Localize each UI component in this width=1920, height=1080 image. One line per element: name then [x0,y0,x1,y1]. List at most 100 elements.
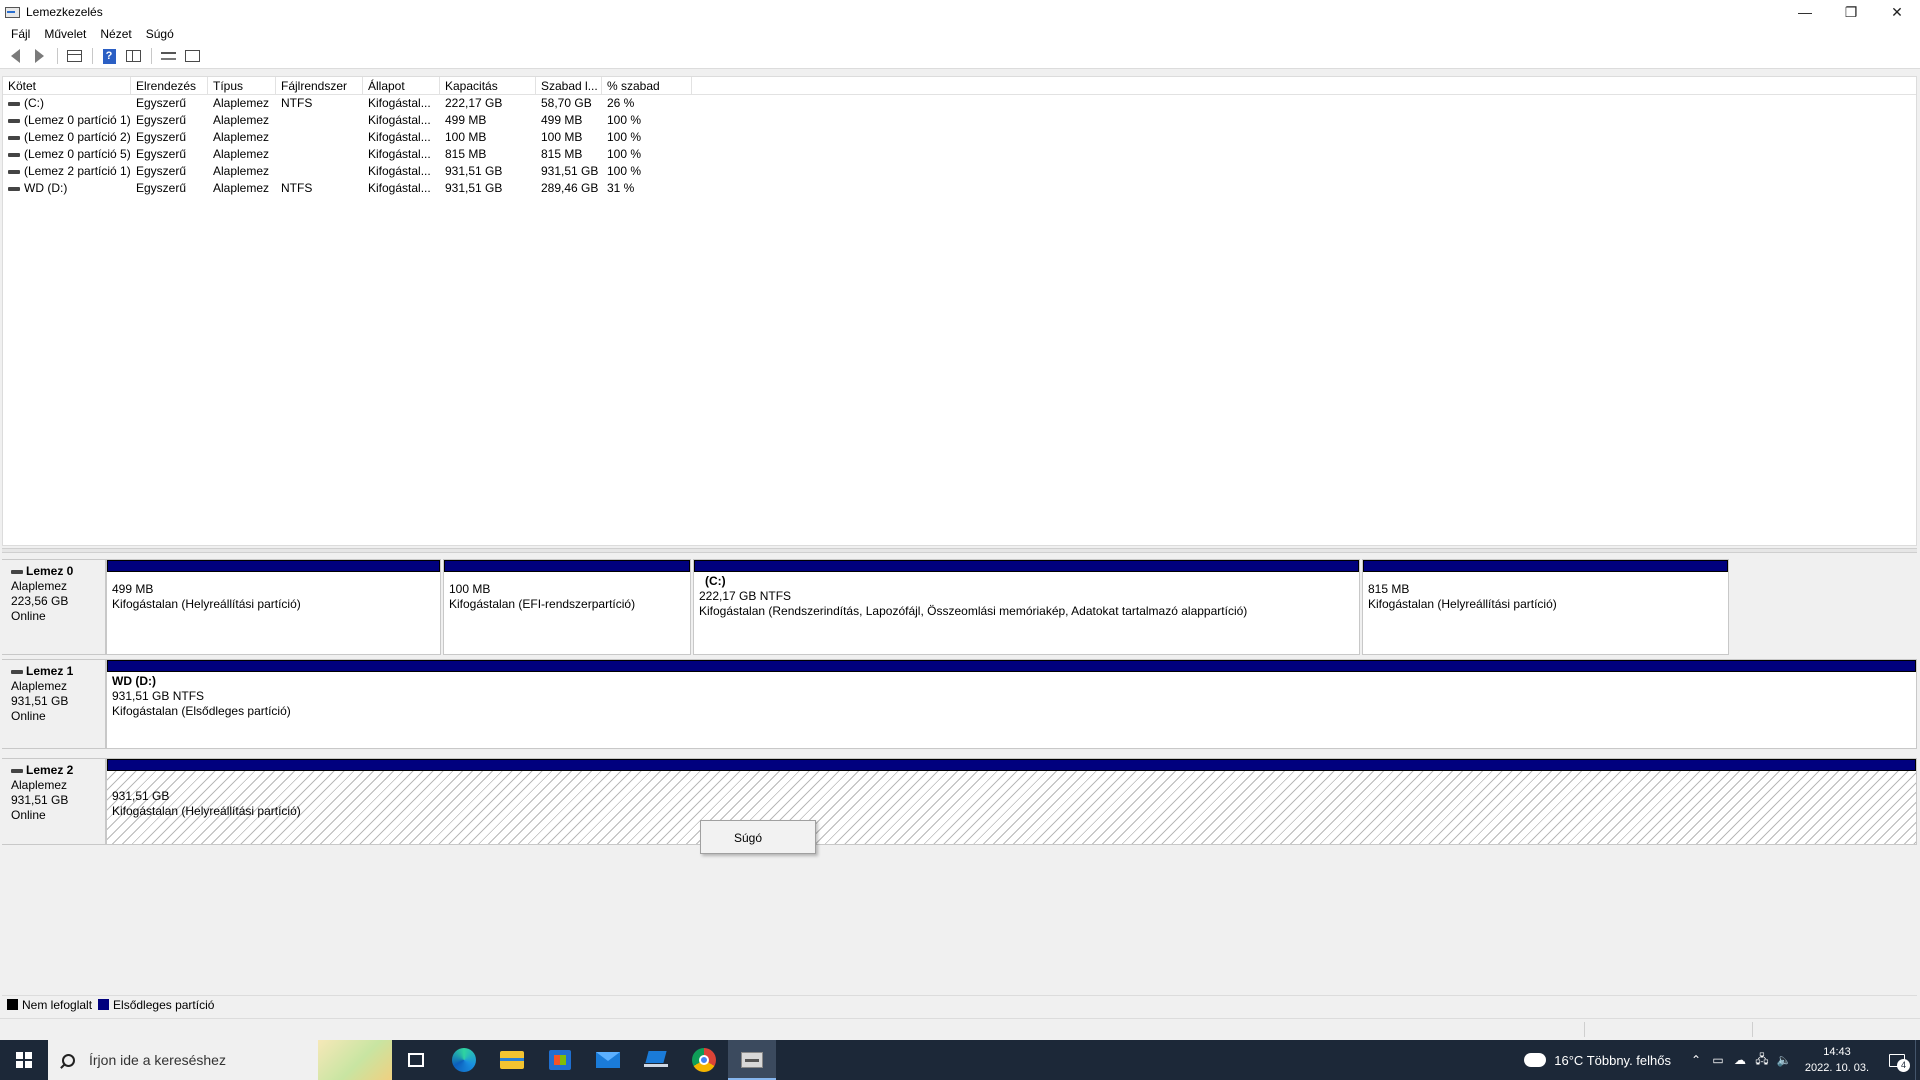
column-header-percent-free[interactable]: % szabad [602,77,692,94]
restore-button[interactable]: ❐ [1828,0,1874,24]
partition-status: Kifogástalan (Helyreállítási partíció) [1368,597,1557,611]
show-desktop-button[interactable] [1915,1040,1920,1080]
context-menu-help[interactable]: Súgó [734,831,762,845]
properties-button[interactable] [181,46,203,66]
table-row[interactable]: (C:) Egyszerű Alaplemez NTFS Kifogástal... 22… [3,95,1916,112]
search-highlight-image [318,1040,392,1080]
taskbar-search[interactable]: Írjon ide a kereséshez [48,1040,392,1080]
laptop-app-button[interactable] [632,1040,680,1080]
cell-type: Alaplemez [213,147,270,161]
search-placeholder: Írjon ide a kereséshez [89,1052,226,1068]
cell-volume: (Lemez 0 partíció 2) [3,129,131,146]
start-button[interactable] [0,1040,48,1080]
weather-text[interactable]: 16°C Többny. felhős [1554,1053,1671,1068]
file-explorer-button[interactable] [488,1040,536,1080]
partition[interactable]: 815 MB Kifogástalan (Helyreállítási part… [1362,559,1729,655]
menu-help[interactable]: Súgó [139,27,181,41]
partition-status: Kifogástalan (Helyreállítási partíció) [112,804,301,818]
table-row[interactable]: (Lemez 0 partíció 5) Egyszerű Alaplemez Kif… [3,146,1916,163]
chevron-up-icon[interactable]: ⌃ [1685,1040,1707,1080]
network-icon[interactable]: 🖧 [1751,1040,1773,1080]
volume-list[interactable]: Kötet Elrendezés Típus Fájlrendszer Álla… [2,76,1917,546]
table-row[interactable]: (Lemez 0 partíció 1) Egyszerű Alaplemez Kif… [3,112,1916,129]
column-header-layout[interactable]: Elrendezés [131,77,208,94]
disk-label[interactable]: Lemez 1 Alaplemez 931,51 GB Online [2,659,106,749]
partition[interactable]: 499 MB Kifogástalan (Helyreállítási part… [106,559,441,655]
toolbar-separator [151,48,152,64]
cell-filesystem [276,146,363,163]
search-icon [62,1053,75,1067]
disk-management-button[interactable] [728,1040,776,1080]
table-row[interactable]: (Lemez 0 partíció 2) Egyszerű Alaplemez Kif… [3,129,1916,146]
cell-layout: Egyszerű [136,181,187,195]
disk-name: Lemez 1 [26,664,74,678]
cell-percent-free: 100 % [607,113,642,127]
disk-size: 223,56 GB [11,594,69,608]
meet-now-icon[interactable]: ▭ [1707,1040,1729,1080]
volume-name: (C:) [24,96,44,110]
cell-layout: Egyszerű [136,113,187,127]
legend-swatch-primary [98,999,110,1010]
cell-capacity: 815 MB [445,147,487,161]
disk-label[interactable]: Lemez 0 Alaplemez 223,56 GB Online [2,559,106,655]
notification-button[interactable]: 4 [1879,1040,1915,1080]
panel-view-icon [125,50,141,62]
window-controls: — ❐ ✕ [1782,0,1920,24]
context-menu: Súgó [700,820,816,854]
windows-logo-icon [16,1052,32,1068]
column-header-volume[interactable]: Kötet [3,77,131,94]
partition-status: Kifogástalan (Elsődleges partíció) [112,704,291,718]
cell-capacity: 931,51 GB [445,181,503,195]
close-button[interactable]: ✕ [1874,0,1920,24]
partition-volume-name: WD (D:) [112,674,156,688]
partition[interactable]: (C:) 222,17 GB NTFS Kifogástalan (Rendsz… [693,559,1360,655]
file-explorer-icon [500,1051,524,1069]
panel-view-button[interactable] [122,46,144,66]
weather-icon[interactable] [1524,1047,1547,1067]
cell-volume: (Lemez 0 partíció 5) [3,146,131,163]
cell-volume: (C:) [3,95,131,112]
partition[interactable]: 100 MB Kifogástalan (EFI-rendszerpartíci… [443,559,691,655]
menu-action[interactable]: Művelet [37,27,93,41]
volume-name: WD (D:) [24,181,68,195]
partition-bar [107,560,440,572]
column-header-free-space[interactable]: Szabad l... [536,77,602,94]
chrome-icon [692,1048,716,1072]
column-header-type[interactable]: Típus [208,77,276,94]
partition-size: 931,51 GB [112,789,170,803]
chrome-button[interactable] [680,1040,728,1080]
clock[interactable]: 14:43 2022. 10. 03. [1799,1044,1875,1076]
volume-icon [8,118,20,123]
volume-list-body: (C:) Egyszerű Alaplemez NTFS Kifogástal... 22… [3,95,1916,197]
laptop-app-icon [644,1051,668,1069]
partition[interactable]: WD (D:) 931,51 GB NTFS Kifogástalan (Els… [106,659,1917,749]
table-row[interactable]: WD (D:) Egyszerű Alaplemez NTFS Kifogástal..… [3,180,1916,197]
table-row[interactable]: (Lemez 2 partíció 1) Egyszerű Alaplemez Kif… [3,163,1916,180]
volume-icon[interactable]: 🔈 [1773,1040,1795,1080]
menu-file[interactable]: Fájl [4,27,37,41]
cell-status: Kifogástal... [368,181,431,195]
forward-icon [34,49,44,63]
onedrive-icon[interactable]: ☁ [1729,1040,1751,1080]
forward-button[interactable] [28,46,50,66]
help-button[interactable]: ? [98,46,120,66]
cell-layout: Egyszerű [136,130,187,144]
column-header-capacity[interactable]: Kapacitás [440,77,536,94]
back-button[interactable] [4,46,26,66]
pane-splitter[interactable] [2,548,1917,553]
list-view-button[interactable] [63,46,85,66]
column-header-status[interactable]: Állapot [363,77,440,94]
minimize-button[interactable]: — [1782,0,1828,24]
column-header-filesystem[interactable]: Fájlrendszer [276,77,363,94]
mail-button[interactable] [584,1040,632,1080]
partition[interactable]: 931,51 GB Kifogástalan (Helyreállítási p… [106,758,1917,845]
task-view-button[interactable] [392,1040,440,1080]
menu-view[interactable]: Nézet [93,27,138,41]
edge-button[interactable] [440,1040,488,1080]
disk-label[interactable]: Lemez 2 Alaplemez 931,51 GB Online [2,758,106,845]
status-divider [1752,1022,1753,1037]
store-button[interactable] [536,1040,584,1080]
rescan-button[interactable] [157,46,179,66]
cell-layout: Egyszerű [136,96,187,110]
cell-status: Kifogástal... [368,96,431,110]
